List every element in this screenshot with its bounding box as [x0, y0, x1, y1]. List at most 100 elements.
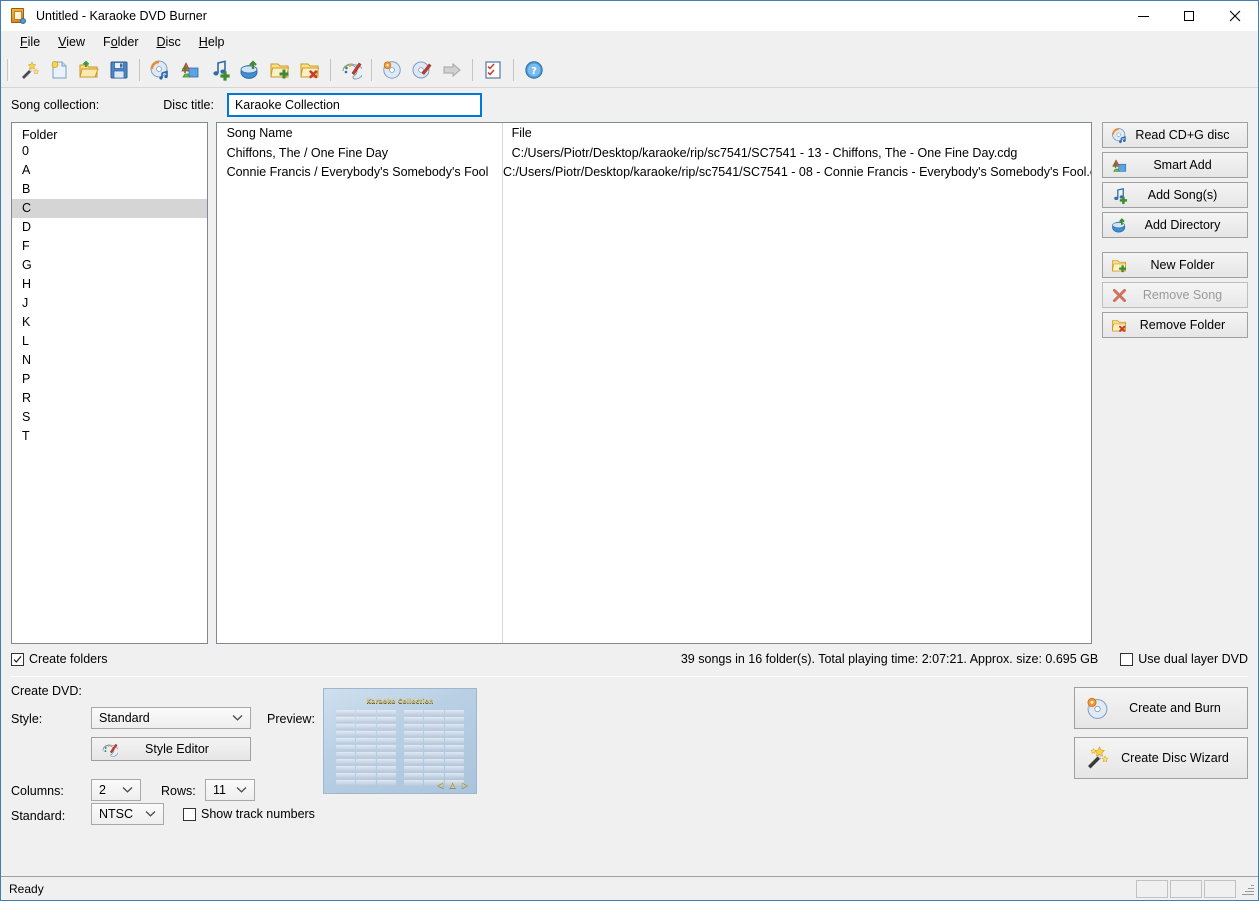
preview-label: Preview:	[267, 712, 315, 726]
toolbar-help-button[interactable]: ?	[519, 55, 549, 85]
toolbar-add-song-button[interactable]	[205, 55, 235, 85]
new-wizard-icon	[22, 60, 40, 79]
folder-item[interactable]: B	[12, 180, 207, 199]
rows-select[interactable]: 11	[205, 779, 255, 801]
resize-grip-icon[interactable]	[1240, 882, 1254, 896]
folder-item-selected[interactable]: C	[12, 199, 207, 218]
toolbar-save-button[interactable]	[104, 55, 134, 85]
song-file-cell: C:/Users/Piotr/Desktop/karaoke/rip/sc754…	[502, 165, 1091, 179]
disc-title-group: Disc title:	[163, 93, 482, 117]
table-row[interactable]: Chiffons, The / One Fine Day C:/Users/Pi…	[217, 144, 1091, 163]
svg-text:?: ?	[531, 66, 537, 77]
style-editor-icon	[342, 62, 362, 79]
dual-layer-checkbox[interactable]: Use dual layer DVD	[1120, 652, 1248, 666]
read-cdg-disc-button[interactable]: Read CD+G disc	[1102, 122, 1248, 148]
add-song-label: Add Song(s)	[1147, 188, 1218, 202]
folder-item[interactable]: N	[12, 351, 207, 370]
maximize-button[interactable]	[1166, 1, 1212, 31]
toolbar-next-button[interactable]	[437, 55, 467, 85]
toolbar-create-burn-button[interactable]	[377, 55, 407, 85]
folder-item[interactable]: A	[12, 161, 207, 180]
menu-help[interactable]: Help	[190, 33, 234, 51]
new-folder-button[interactable]: New Folder	[1102, 252, 1248, 278]
create-burn-icon	[1075, 695, 1119, 721]
folder-item[interactable]: P	[12, 370, 207, 389]
add-song-button[interactable]: Add Song(s)	[1102, 182, 1248, 208]
dual-layer-checkbox-box	[1120, 652, 1134, 666]
style-label: Style:	[11, 712, 43, 726]
create-folders-checkbox-box	[11, 652, 24, 666]
menu-file[interactable]: File	[11, 33, 49, 51]
folder-item[interactable]: G	[12, 256, 207, 275]
add-song-icon	[213, 59, 230, 81]
disc-title-input[interactable]	[226, 93, 482, 117]
toolbar-new-wizard-button[interactable]	[14, 55, 44, 85]
folder-item[interactable]: L	[12, 332, 207, 351]
standard-label: Standard:	[11, 809, 66, 823]
toolbar-new-document-button[interactable]	[44, 55, 74, 85]
show-track-numbers-checkbox-box	[183, 807, 196, 821]
toolbar-edit-disc-button[interactable]	[407, 55, 437, 85]
toolbar-separator	[330, 58, 331, 81]
show-track-numbers-checkbox[interactable]: Show track numbers	[183, 807, 315, 821]
collection-header-row: Song collection: Disc title:	[11, 88, 1248, 122]
file-column-header: File	[511, 126, 532, 140]
preview-title: Karaoke Collection	[366, 698, 434, 705]
remove-song-button[interactable]: Remove Song	[1102, 282, 1248, 308]
remove-folder-label: Remove Folder	[1139, 318, 1226, 332]
folder-list-pane[interactable]: Folder 0 A B C D F G H J K L N P R S T	[11, 122, 208, 644]
add-directory-button[interactable]: Add Directory	[1102, 212, 1248, 238]
columns-select[interactable]: 2	[91, 779, 141, 801]
create-disc-wizard-button[interactable]: Create Disc Wizard	[1074, 737, 1248, 779]
remove-folder-button[interactable]: Remove Folder	[1102, 312, 1248, 338]
new-folder-icon	[270, 63, 290, 78]
toolbar-remove-folder-button[interactable]	[295, 55, 325, 85]
standard-select[interactable]: NTSC	[91, 803, 164, 825]
folder-item[interactable]: R	[12, 389, 207, 408]
song-name-column-header: Song Name	[226, 126, 293, 140]
create-and-burn-button[interactable]: Create and Burn	[1074, 687, 1248, 729]
toolbar-smart-add-button[interactable]	[175, 55, 205, 85]
folder-item[interactable]: D	[12, 218, 207, 237]
menu-disc[interactable]: Disc	[147, 33, 189, 51]
toolbar-add-directory-button[interactable]	[235, 55, 265, 85]
read-cdg-disc-icon	[150, 60, 168, 80]
maximize-icon	[1184, 11, 1194, 21]
table-row[interactable]: Connie Francis / Everybody's Somebody's …	[217, 163, 1091, 182]
song-list-pane[interactable]: Song Name File Chiffons, The / One Fine …	[215, 122, 1092, 644]
folder-item[interactable]: J	[12, 294, 207, 313]
remove-folder-icon	[300, 63, 320, 78]
close-icon	[1229, 10, 1241, 22]
columns-value: 2	[99, 783, 106, 797]
toolbar-open-folder-button[interactable]	[74, 55, 104, 85]
folder-item[interactable]: H	[12, 275, 207, 294]
close-button[interactable]	[1212, 1, 1258, 31]
folder-column-header: Folder	[22, 128, 58, 142]
style-select[interactable]: Standard	[91, 707, 251, 729]
song-collection-label: Song collection:	[11, 98, 100, 112]
toolbar-separator	[472, 58, 473, 81]
style-editor-label: Style Editor	[145, 742, 209, 756]
toolbar-options-button[interactable]	[478, 55, 508, 85]
menu-view[interactable]: View	[49, 33, 94, 51]
folder-item[interactable]: 0	[12, 142, 207, 161]
smart-add-button[interactable]: Smart Add	[1102, 152, 1248, 178]
create-folders-checkbox[interactable]: Create folders	[11, 652, 108, 666]
folder-item[interactable]: K	[12, 313, 207, 332]
remove-song-label: Remove Song	[1142, 288, 1223, 302]
minimize-button[interactable]	[1120, 1, 1166, 31]
style-editor-button[interactable]: Style Editor	[91, 737, 251, 761]
toolbar-new-folder-button[interactable]	[265, 55, 295, 85]
folder-list[interactable]: 0 A B C D F G H J K L N P R S T	[12, 142, 207, 446]
toolbar-style-editor-button[interactable]	[336, 55, 366, 85]
folder-item[interactable]: S	[12, 408, 207, 427]
style-editor-icon	[92, 741, 126, 758]
preview-nav-arrows: ◁ △ ▷	[437, 780, 470, 789]
folder-item[interactable]: T	[12, 427, 207, 446]
menu-folder[interactable]: Folder	[94, 33, 147, 51]
folder-item[interactable]: F	[12, 237, 207, 256]
pane-splitter[interactable]	[208, 122, 216, 644]
dvd-preview-thumbnail[interactable]: Karaoke Collection ◁ △ ▷	[323, 688, 477, 794]
toolbar-read-cdg-button[interactable]	[145, 55, 175, 85]
column-divider[interactable]	[501, 123, 503, 643]
